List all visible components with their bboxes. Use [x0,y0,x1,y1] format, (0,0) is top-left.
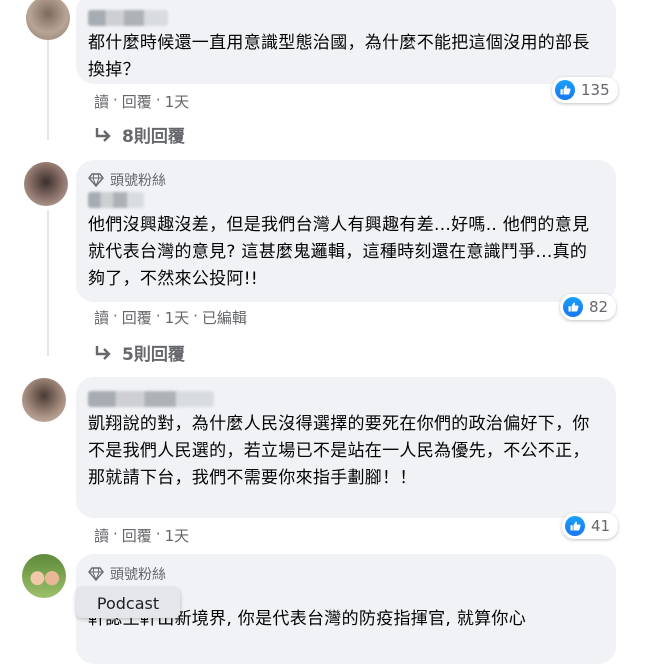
separator: · [155,307,161,325]
avatar[interactable] [26,0,70,40]
comment-actions: 讀 · 回覆 · 1天 [94,525,189,546]
like-icon [563,297,583,317]
replies-count: 5則回覆 [122,345,185,365]
separator: · [113,525,118,543]
reply-arrow-icon [95,127,111,142]
reaction-count[interactable]: 135 [552,77,618,103]
comment-bubble: 都什麼時候還一直用意識型態治國，為什麼不能把這個沒用的部長換掉？ [76,0,616,84]
reply-action[interactable]: 回覆 [122,525,152,546]
tooltip-label: Podcast [96,593,160,613]
comment-actions: 讀 · 回覆 · 1天 · 已編輯 [94,307,247,328]
commenter-name[interactable] [88,192,144,208]
comment-actions: 讀 · 回覆 · 1天 [94,91,189,112]
reaction-count[interactable]: 82 [560,294,617,320]
thread-line [47,40,49,140]
like-icon [565,516,585,536]
reply-arrow-icon [95,345,111,360]
separator: · [155,525,161,543]
badge-label: 頭號粉絲 [110,173,166,189]
comment-text: 都什麼時候還一直用意識型態治國，為什麼不能把這個沒用的部長換掉？ [88,33,590,80]
separator: · [155,91,161,109]
replies-count: 8則回覆 [122,127,185,147]
thread-line [47,210,49,356]
edited-label[interactable]: 已編輯 [202,307,247,328]
view-replies-button[interactable]: 8則回覆 [94,122,185,147]
reaction-number: 135 [581,81,610,99]
reply-action[interactable]: 回覆 [122,307,152,328]
avatar[interactable] [22,554,66,598]
like-icon [555,80,575,100]
avatar[interactable] [22,378,66,422]
reaction-number: 41 [591,517,611,535]
reply-action[interactable]: 回覆 [122,91,152,112]
commenter-name[interactable] [88,391,214,407]
top-fan-badge: 頭號粉絲 [88,564,604,584]
podcast-tooltip[interactable]: Podcast [76,588,180,618]
timestamp[interactable]: 1天 [165,307,190,328]
read-action[interactable]: 讀 [94,91,109,112]
commenter-name[interactable] [88,10,168,26]
separator: · [193,307,198,325]
comment-text: 凱翔說的對，為什麼人民沒得選擇的要死在你們的政治偏好下，你不是我們人民選的，若立… [88,414,590,488]
reaction-number: 82 [589,298,609,316]
comment-bubble: 頭號粉絲 他們沒興趣沒差，但是我們台灣人有興趣有差...好嗎.. 他們的意見就代… [76,160,616,302]
timestamp[interactable]: 1天 [165,525,190,546]
diamond-icon [88,173,104,187]
comment-text: 他們沒興趣沒差，但是我們台灣人有興趣有差...好嗎.. 他們的意見就代表台灣的意… [88,215,590,289]
badge-label: 頭號粉絲 [110,567,166,583]
timestamp[interactable]: 1天 [165,91,190,112]
read-action[interactable]: 讀 [94,525,109,546]
view-replies-button[interactable]: 5則回覆 [94,340,185,365]
reaction-count[interactable]: 41 [562,513,619,539]
separator: · [113,307,118,325]
avatar[interactable] [24,162,68,206]
comment-bubble: 凱翔說的對，為什麼人民沒得選擇的要死在你們的政治偏好下，你不是我們人民選的，若立… [76,377,616,518]
diamond-icon [88,567,104,581]
read-action[interactable]: 讀 [94,307,109,328]
top-fan-badge: 頭號粉絲 [88,170,604,190]
separator: · [113,91,118,109]
